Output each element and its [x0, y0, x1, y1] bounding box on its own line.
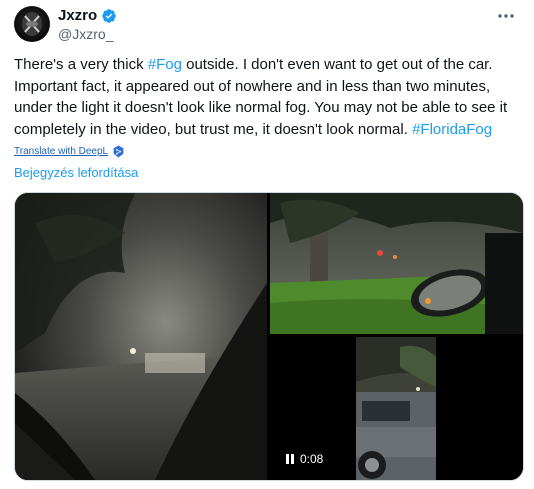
hashtag-fog[interactable]: #Fog: [148, 56, 182, 73]
more-horizontal-icon: [498, 14, 514, 18]
media-grid: 0:08: [14, 192, 524, 481]
display-name-row[interactable]: Jxzro: [58, 6, 117, 25]
video-time: 0:08: [300, 452, 324, 466]
avatar[interactable]: [14, 6, 50, 42]
video-playback-badge[interactable]: 0:08: [278, 448, 332, 470]
more-options-button[interactable]: [494, 6, 518, 26]
hashtag-floridafog[interactable]: #FloridaFog: [412, 121, 492, 138]
media-video[interactable]: 0:08: [270, 337, 523, 480]
tweet-text-part: There's a very thick: [14, 56, 148, 73]
verified-badge-icon: [102, 8, 117, 23]
display-name[interactable]: Jxzro: [58, 6, 97, 25]
handle[interactable]: @Jxzro_: [58, 25, 117, 43]
deepl-translate-link[interactable]: Translate with DeepL: [14, 145, 125, 158]
media-photo-top-right[interactable]: [270, 193, 523, 334]
translate-post-link[interactable]: Bejegyzés lefordítása: [14, 165, 138, 180]
deepl-translate-label[interactable]: Translate with DeepL: [14, 146, 108, 157]
tweet-text: There's a very thick #Fog outside. I don…: [14, 54, 522, 140]
tweet-header: Jxzro @Jxzro_: [14, 6, 522, 44]
deepl-icon: [113, 145, 124, 158]
media-photo-left[interactable]: [15, 193, 267, 480]
author-names: Jxzro @Jxzro_: [58, 6, 117, 43]
pause-icon[interactable]: [286, 454, 294, 464]
